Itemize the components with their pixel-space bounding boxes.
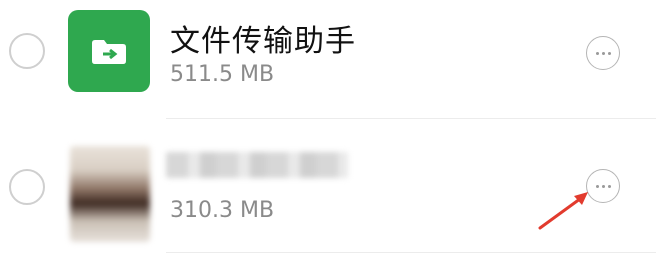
folder-arrow-icon xyxy=(91,39,127,65)
dot-icon xyxy=(607,51,611,55)
avatar xyxy=(70,146,150,242)
dot-icon xyxy=(595,51,599,55)
more-options-button[interactable] xyxy=(586,36,620,70)
storage-size: 511.5 MB xyxy=(170,62,275,87)
dot-icon xyxy=(601,51,605,55)
divider xyxy=(166,252,656,253)
red-arrow-icon xyxy=(536,186,594,236)
select-radio[interactable] xyxy=(9,33,45,69)
contact-name-redacted xyxy=(166,152,348,178)
dot-icon xyxy=(607,184,611,188)
divider xyxy=(166,118,656,119)
contact-name: 文件传输助手 xyxy=(170,24,356,59)
file-item[interactable]: 文件传输助手 511.5 MB xyxy=(0,0,656,120)
select-radio[interactable] xyxy=(9,169,45,205)
storage-size: 310.3 MB xyxy=(170,198,275,223)
avatar xyxy=(68,10,150,92)
dot-icon xyxy=(601,184,605,188)
dot-icon xyxy=(595,184,599,188)
